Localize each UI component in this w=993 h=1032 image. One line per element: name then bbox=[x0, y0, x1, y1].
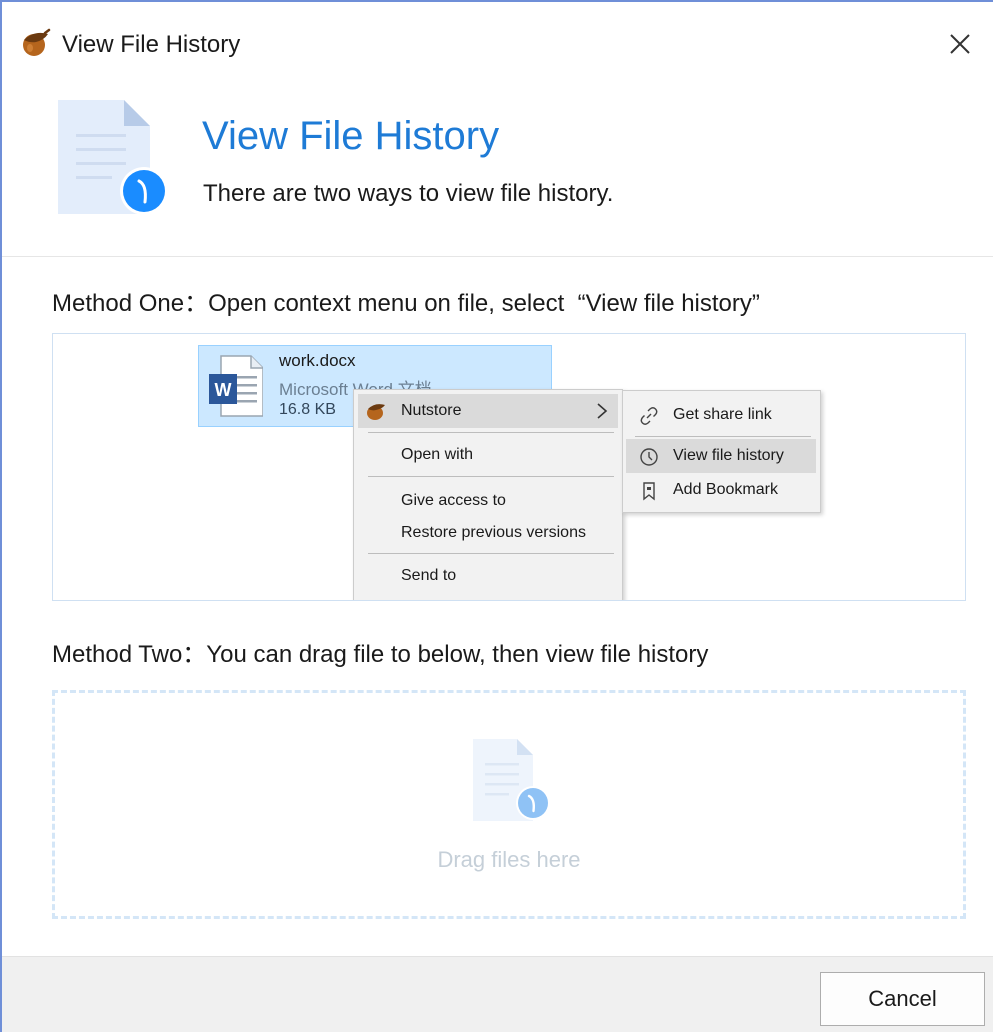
link-icon bbox=[640, 407, 658, 425]
menu-separator bbox=[368, 432, 614, 433]
method-two-label: Method Two：You can drag file to below, t… bbox=[52, 641, 709, 668]
menu-separator bbox=[635, 436, 811, 437]
context-menu-item-nutstore[interactable]: Nutstore bbox=[358, 394, 618, 428]
context-menu-item-label: Nutstore bbox=[401, 402, 462, 419]
context-menu-item-give-access[interactable]: Give access to bbox=[354, 484, 622, 518]
menu-separator bbox=[368, 553, 614, 554]
title-bar: View File History bbox=[2, 2, 993, 86]
close-button[interactable] bbox=[940, 26, 980, 62]
header-title: View File History bbox=[202, 114, 500, 158]
chevron-right-icon bbox=[597, 403, 608, 419]
dialog-footer: Cancel bbox=[2, 956, 993, 1032]
submenu-item-label: Add Bookmark bbox=[673, 481, 778, 498]
close-icon bbox=[950, 34, 970, 54]
cancel-button[interactable]: Cancel bbox=[820, 972, 985, 1026]
header-subtitle: There are two ways to view file history. bbox=[203, 180, 614, 207]
drop-zone-text: Drag files here bbox=[437, 847, 581, 872]
submenu-item-view-file-history[interactable]: View file history bbox=[626, 439, 816, 473]
context-menu-item-restore-versions[interactable]: Restore previous versions bbox=[354, 516, 622, 550]
svg-text:W: W bbox=[215, 380, 232, 400]
nutstore-acorn-icon bbox=[23, 28, 51, 56]
bookmark-icon bbox=[643, 482, 655, 501]
nutstore-acorn-icon bbox=[367, 404, 385, 420]
file-size: 16.8 KB bbox=[279, 401, 336, 418]
submenu-item-label: View file history bbox=[673, 447, 784, 464]
file-history-icon bbox=[58, 100, 168, 215]
window-title: View File History bbox=[62, 31, 241, 58]
submenu-item-label: Get share link bbox=[673, 406, 772, 423]
word-document-icon: W bbox=[209, 355, 263, 417]
context-menu-item-send-to[interactable]: Send to bbox=[354, 559, 622, 593]
menu-separator bbox=[368, 476, 614, 477]
submenu-item-get-share-link[interactable]: Get share link bbox=[623, 398, 820, 432]
file-name: work.docx bbox=[279, 351, 356, 370]
submenu-item-add-bookmark[interactable]: Add Bookmark bbox=[623, 473, 820, 507]
context-menu: Nutstore Open with Give access to Restor… bbox=[353, 389, 623, 600]
method-one-label: Method One：Open context menu on file, se… bbox=[52, 290, 760, 317]
method-one-illustration: W work.docx Microsoft Word 文档 16.8 KB Nu… bbox=[52, 333, 966, 601]
dialog-window: View File History View File History Ther… bbox=[0, 0, 993, 1032]
file-history-icon bbox=[473, 739, 550, 821]
context-menu-item-open-with[interactable]: Open with bbox=[354, 438, 622, 472]
header-divider bbox=[2, 256, 993, 257]
clock-icon bbox=[640, 448, 658, 466]
file-drop-zone[interactable]: Drag files here bbox=[52, 690, 966, 919]
nutstore-submenu: Get share link View file history Add Boo… bbox=[622, 390, 821, 513]
